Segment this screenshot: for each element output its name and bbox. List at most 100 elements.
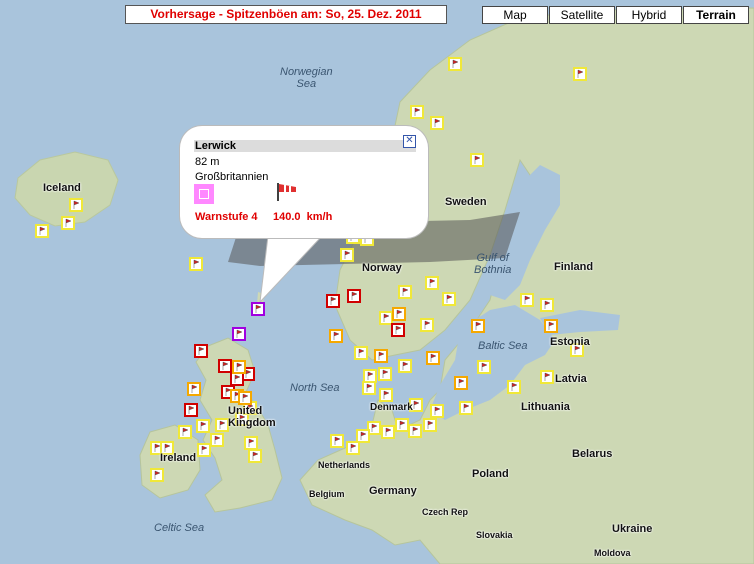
station-marker[interactable]: [520, 293, 534, 307]
station-marker[interactable]: [347, 289, 361, 303]
station-marker[interactable]: [410, 105, 424, 119]
station-marker[interactable]: [178, 425, 192, 439]
station-marker[interactable]: [232, 327, 246, 341]
station-marker[interactable]: [197, 443, 211, 457]
station-marker[interactable]: [398, 285, 412, 299]
popup-altitude: 82 m: [195, 156, 220, 168]
popup-warning-level: Warnstufe 4: [195, 211, 258, 223]
station-marker[interactable]: [363, 369, 377, 383]
label-celtic-sea: Celtic Sea: [154, 522, 205, 534]
label-moldova: Moldova: [594, 548, 631, 558]
station-marker[interactable]: [544, 319, 558, 333]
label-belarus: Belarus: [572, 448, 613, 460]
label-poland: Poland: [472, 468, 509, 480]
station-marker[interactable]: [244, 436, 258, 450]
station-marker[interactable]: [187, 382, 201, 396]
station-marker[interactable]: [507, 380, 521, 394]
warning-level-icon: [194, 184, 214, 204]
label-czech-rep: Czech Rep: [422, 507, 469, 517]
station-marker[interactable]: [540, 370, 554, 384]
station-marker[interactable]: [470, 153, 484, 167]
station-marker[interactable]: [238, 391, 252, 405]
label-belgium: Belgium: [309, 489, 345, 499]
label-lithuania: Lithuania: [521, 401, 570, 413]
station-marker[interactable]: [381, 425, 395, 439]
station-marker[interactable]: [430, 116, 444, 130]
label-latvia: Latvia: [555, 373, 587, 385]
station-marker[interactable]: [573, 67, 587, 81]
station-marker[interactable]: [150, 468, 164, 482]
station-marker[interactable]: [215, 418, 229, 432]
popup-gust-speed: 140.0 km/h: [273, 211, 333, 223]
popup-country: Großbritannien: [195, 171, 269, 183]
label-baltic-sea: Baltic Sea: [478, 340, 528, 352]
station-marker[interactable]: [326, 294, 340, 308]
station-marker[interactable]: [379, 311, 393, 325]
label-netherlands: Netherlands: [318, 460, 371, 470]
label-iceland: Iceland: [43, 182, 81, 194]
station-marker[interactable]: [230, 372, 244, 386]
map-type-hybrid-button[interactable]: Hybrid: [616, 6, 682, 24]
station-marker[interactable]: [379, 388, 393, 402]
popup-station-name: Lerwick: [194, 140, 416, 152]
station-marker[interactable]: [395, 418, 409, 432]
label-slovakia: Slovakia: [476, 530, 513, 540]
station-marker[interactable]: [378, 367, 392, 381]
station-marker[interactable]: [329, 329, 343, 343]
station-marker[interactable]: [448, 57, 462, 71]
station-marker[interactable]: [35, 224, 49, 238]
station-marker[interactable]: [423, 418, 437, 432]
label-sweden: Sweden: [445, 196, 487, 208]
label-norway: Norway: [362, 262, 402, 274]
station-marker[interactable]: [442, 292, 456, 306]
terrain-map[interactable]: [0, 0, 754, 564]
station-marker[interactable]: [471, 319, 485, 333]
station-marker[interactable]: [477, 360, 491, 374]
station-marker[interactable]: [454, 376, 468, 390]
station-marker[interactable]: [346, 441, 360, 455]
station-marker[interactable]: [340, 248, 354, 262]
station-marker[interactable]: [391, 323, 405, 337]
station-marker[interactable]: [354, 346, 368, 360]
station-marker[interactable]: [232, 360, 246, 374]
station-marker[interactable]: [251, 302, 265, 316]
station-marker[interactable]: [420, 318, 434, 332]
station-marker[interactable]: [398, 359, 412, 373]
forecast-title: Vorhersage - Spitzenböen am: So, 25. Dez…: [125, 5, 447, 24]
station-marker[interactable]: [184, 403, 198, 417]
station-marker[interactable]: [426, 351, 440, 365]
label-north-sea: North Sea: [290, 382, 340, 394]
station-marker[interactable]: [374, 349, 388, 363]
label-gulf-of-bothnia: Gulf of Bothnia: [474, 252, 512, 276]
station-marker[interactable]: [194, 344, 208, 358]
station-marker[interactable]: [189, 257, 203, 271]
windsock-icon: [277, 183, 296, 201]
label-finland: Finland: [554, 261, 594, 273]
station-marker[interactable]: [69, 198, 83, 212]
station-marker[interactable]: [540, 298, 554, 312]
station-marker[interactable]: [425, 276, 439, 290]
station-marker[interactable]: [392, 307, 406, 321]
station-marker[interactable]: [210, 433, 224, 447]
label-estonia: Estonia: [550, 336, 590, 348]
map-type-control: Map Satellite Hybrid Terrain: [482, 6, 750, 24]
station-marker[interactable]: [356, 429, 370, 443]
label-germany: Germany: [369, 485, 417, 497]
station-marker[interactable]: [330, 434, 344, 448]
map-type-terrain-button[interactable]: Terrain: [683, 6, 749, 24]
station-marker[interactable]: [362, 381, 376, 395]
station-marker[interactable]: [459, 401, 473, 415]
station-marker[interactable]: [408, 424, 422, 438]
map-type-map-button[interactable]: Map: [482, 6, 548, 24]
map-type-satellite-button[interactable]: Satellite: [549, 6, 615, 24]
station-marker[interactable]: [61, 216, 75, 230]
label-ireland: Ireland: [160, 452, 197, 464]
label-ukraine: Ukraine: [612, 523, 653, 535]
popup-close-button[interactable]: ✕: [403, 135, 416, 148]
label-norwegian-sea: Norwegian Sea: [280, 66, 333, 90]
station-marker[interactable]: [430, 404, 444, 418]
station-marker[interactable]: [218, 359, 232, 373]
label-denmark: Denmark: [370, 402, 413, 413]
station-marker[interactable]: [196, 419, 210, 433]
station-marker[interactable]: [248, 449, 262, 463]
